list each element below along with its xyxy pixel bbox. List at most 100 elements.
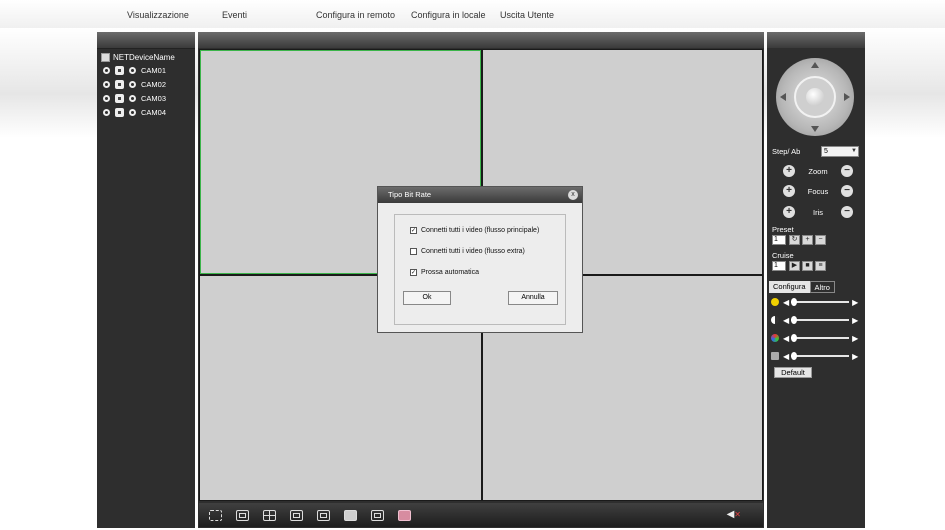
preset-delete-button[interactable]: − bbox=[815, 235, 826, 245]
nav-eventi[interactable]: Eventi bbox=[222, 10, 247, 20]
stream-icon[interactable] bbox=[115, 79, 124, 89]
brightness-slider[interactable] bbox=[791, 298, 850, 306]
contrast-icon bbox=[771, 316, 779, 324]
camera-row[interactable]: CAM02 bbox=[97, 76, 195, 90]
bitrate-dialog: Tipo Bit Rate x ✓ Connetti tutti i video… bbox=[377, 186, 583, 333]
quad-view-icon[interactable] bbox=[263, 509, 276, 521]
record-status-icon[interactable] bbox=[129, 80, 136, 88]
decrease-icon[interactable]: ◀ bbox=[783, 298, 789, 307]
connect-icon[interactable] bbox=[103, 94, 110, 102]
tab-altro[interactable]: Altro bbox=[809, 281, 835, 293]
close-icon[interactable]: x bbox=[568, 190, 578, 200]
checkbox-unchecked[interactable] bbox=[410, 248, 417, 255]
connect-icon[interactable] bbox=[103, 108, 110, 116]
cruise-label: Cruise bbox=[772, 251, 794, 260]
step-select[interactable]: 5 bbox=[821, 146, 859, 157]
saturation-slider[interactable] bbox=[791, 334, 850, 342]
speaker-muted-icon[interactable]: ◀✕ bbox=[727, 509, 741, 520]
option-label: Connetti tutti i video (flusso principal… bbox=[421, 227, 540, 234]
pan-up-icon[interactable] bbox=[811, 62, 819, 68]
cruise-input[interactable]: 1 bbox=[772, 261, 786, 271]
cruise-settings-button[interactable]: ≡ bbox=[815, 261, 826, 271]
option-extra-stream[interactable]: Connetti tutti i video (flusso extra) bbox=[410, 248, 525, 255]
checkbox-checked[interactable]: ✓ bbox=[410, 227, 417, 234]
camera-row[interactable]: CAM01 bbox=[97, 62, 195, 76]
increase-icon[interactable]: ▶ bbox=[852, 352, 858, 361]
option-main-stream[interactable]: ✓ Connetti tutti i video (flusso princip… bbox=[410, 227, 539, 234]
slider-thumb[interactable] bbox=[791, 316, 798, 324]
pan-left-icon[interactable] bbox=[780, 93, 786, 101]
camera-label: CAM03 bbox=[141, 93, 167, 103]
pan-down-icon[interactable] bbox=[811, 126, 819, 132]
brightness-row: ◀ ▶ bbox=[771, 296, 859, 308]
dialog-content: ✓ Connetti tutti i video (flusso princip… bbox=[394, 214, 566, 325]
video-toolbar: ◀✕ bbox=[199, 503, 763, 527]
fullscreen-icon[interactable] bbox=[209, 509, 222, 521]
dialog-titlebar: Tipo Bit Rate x bbox=[378, 187, 582, 203]
focus-row: + Focus − bbox=[783, 185, 853, 197]
hue-slider[interactable] bbox=[791, 352, 850, 360]
ok-button[interactable]: Ok bbox=[403, 291, 451, 305]
slider-thumb[interactable] bbox=[791, 352, 798, 360]
option-auto[interactable]: ✓ Prossa automatica bbox=[410, 269, 479, 276]
single-view-icon[interactable] bbox=[236, 509, 249, 521]
iris-open-button[interactable]: + bbox=[783, 206, 795, 218]
slider-thumb[interactable] bbox=[791, 334, 798, 342]
nine-view-icon[interactable] bbox=[290, 509, 303, 521]
cruise-play-button[interactable]: ▶ bbox=[789, 261, 800, 271]
decrease-icon[interactable]: ◀ bbox=[783, 352, 789, 361]
device-tree-root[interactable]: NETDeviceName bbox=[97, 49, 195, 62]
nav-visualizzazione[interactable]: Visualizzazione bbox=[127, 10, 189, 20]
increase-icon[interactable]: ▶ bbox=[852, 298, 858, 307]
record-status-icon[interactable] bbox=[129, 66, 136, 74]
connect-icon[interactable] bbox=[103, 66, 110, 74]
nav-uscita-utente[interactable]: Uscita Utente bbox=[500, 10, 554, 20]
ptz-knob[interactable] bbox=[806, 88, 824, 106]
hue-row: ◀ ▶ bbox=[771, 350, 859, 362]
cruise-stop-button[interactable]: ■ bbox=[802, 261, 813, 271]
nav-configura-remoto[interactable]: Configura in remoto bbox=[316, 10, 395, 20]
device-checkbox-icon[interactable] bbox=[101, 53, 110, 62]
record-status-icon[interactable] bbox=[129, 94, 136, 102]
decrease-icon[interactable]: ◀ bbox=[783, 316, 789, 325]
decrease-icon[interactable]: ◀ bbox=[783, 334, 789, 343]
nav-configura-locale[interactable]: Configura in locale bbox=[411, 10, 486, 20]
slider-thumb[interactable] bbox=[791, 298, 798, 306]
zoom-in-button[interactable]: + bbox=[783, 165, 795, 177]
stream-icon[interactable] bbox=[115, 93, 124, 103]
saturation-icon bbox=[771, 334, 779, 342]
preset-input[interactable]: 1 bbox=[772, 235, 786, 245]
brightness-icon bbox=[771, 298, 779, 306]
tab-configura[interactable]: Configura bbox=[769, 281, 810, 293]
ptz-joystick[interactable] bbox=[776, 58, 854, 136]
contrast-slider[interactable] bbox=[791, 316, 850, 324]
ptz-ring bbox=[794, 76, 836, 118]
talk-icon[interactable] bbox=[398, 509, 411, 521]
sixteen-view-icon[interactable] bbox=[317, 509, 330, 521]
iris-close-button[interactable]: − bbox=[841, 206, 853, 218]
top-navigation: Visualizzazione Eventi Configura in remo… bbox=[0, 0, 945, 28]
focus-in-button[interactable]: + bbox=[783, 185, 795, 197]
cancel-button[interactable]: Annulla bbox=[508, 291, 558, 305]
preset-goto-button[interactable]: ↻ bbox=[789, 235, 800, 245]
camera-row[interactable]: CAM04 bbox=[97, 104, 195, 118]
connect-icon[interactable] bbox=[103, 80, 110, 88]
preset-add-button[interactable]: + bbox=[802, 235, 813, 245]
increase-icon[interactable]: ▶ bbox=[852, 334, 858, 343]
stream-icon[interactable] bbox=[115, 65, 124, 75]
camera-label: CAM04 bbox=[141, 107, 167, 117]
record-status-icon[interactable] bbox=[129, 108, 136, 116]
iris-row: + Iris − bbox=[783, 206, 853, 218]
option-label: Connetti tutti i video (flusso extra) bbox=[421, 248, 525, 255]
stream-icon[interactable] bbox=[115, 107, 124, 117]
increase-icon[interactable]: ▶ bbox=[852, 316, 858, 325]
record-icon[interactable] bbox=[371, 509, 384, 521]
camera-label: CAM02 bbox=[141, 79, 167, 89]
focus-out-button[interactable]: − bbox=[841, 185, 853, 197]
zoom-out-button[interactable]: − bbox=[840, 165, 853, 177]
capture-icon[interactable] bbox=[344, 509, 357, 521]
checkbox-checked[interactable]: ✓ bbox=[410, 269, 417, 276]
default-button[interactable]: Default bbox=[774, 367, 812, 378]
camera-row[interactable]: CAM03 bbox=[97, 90, 195, 104]
pan-right-icon[interactable] bbox=[844, 93, 850, 101]
